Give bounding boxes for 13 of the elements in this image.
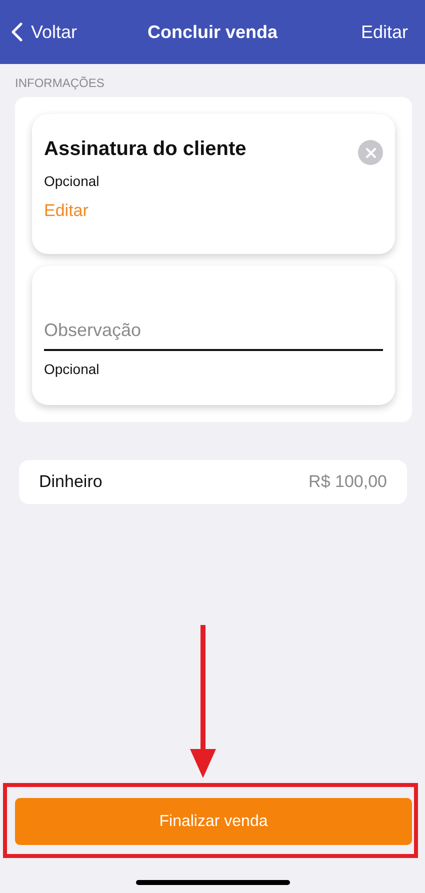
card-title: Assinatura do cliente (44, 138, 246, 161)
observation-field[interactable]: Observação (44, 316, 383, 351)
screen-title: Concluir venda (147, 22, 278, 42)
section-label: INFORMAÇÕES (15, 76, 104, 90)
payment-method: Dinheiro (39, 472, 102, 492)
close-button[interactable] (358, 140, 383, 165)
optional-hint: Opcional (44, 361, 100, 377)
edit-button[interactable]: Editar (360, 22, 408, 42)
back-button[interactable]: Voltar (10, 22, 78, 42)
chevron-left-icon (10, 22, 23, 42)
close-icon (366, 148, 376, 158)
optional-hint: Opcional (44, 173, 100, 189)
payment-amount: R$ 100,00 (308, 472, 387, 492)
